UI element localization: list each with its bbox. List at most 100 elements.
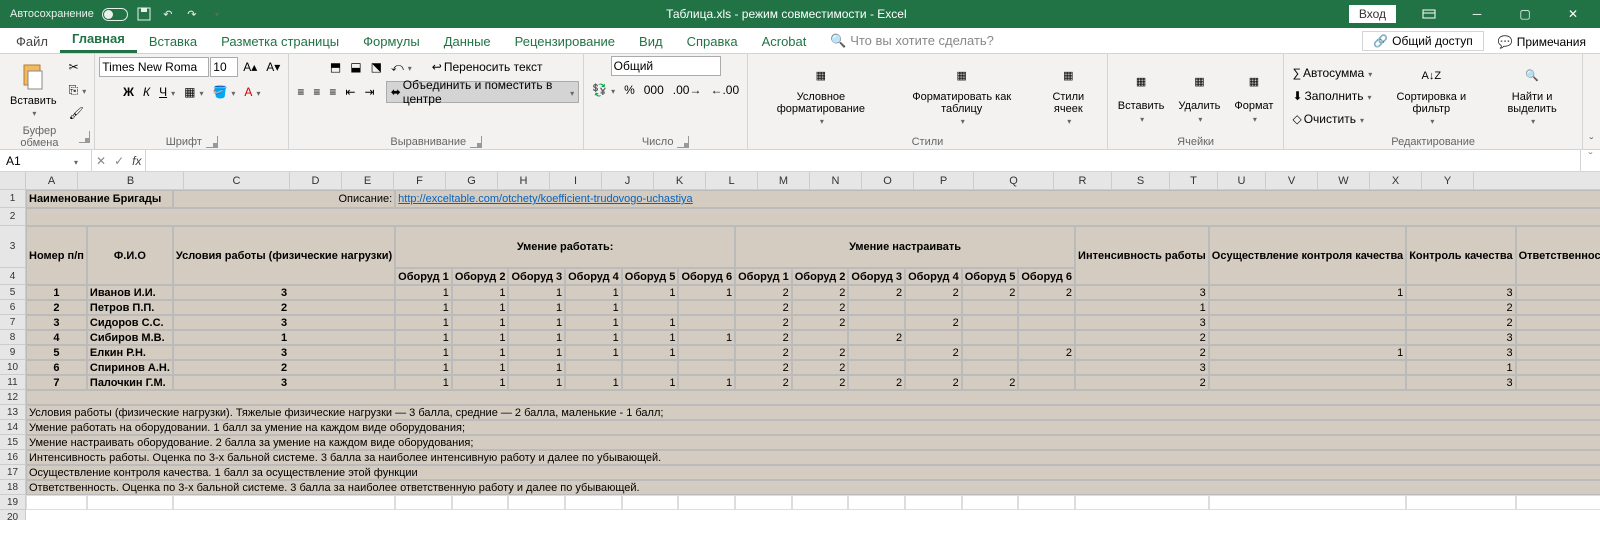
cell[interactable] xyxy=(905,360,962,375)
row-header[interactable]: 2 xyxy=(0,208,26,226)
decrease-font-button[interactable]: A▾ xyxy=(262,56,284,78)
cell[interactable] xyxy=(1209,300,1406,315)
font-size-input[interactable] xyxy=(210,57,238,77)
row-header[interactable]: 15 xyxy=(0,435,26,450)
ribbon-options-icon[interactable] xyxy=(1406,0,1452,28)
column-header[interactable]: U xyxy=(1218,172,1266,189)
fill-color-button[interactable]: 🪣 xyxy=(208,81,239,103)
column-header[interactable]: V xyxy=(1266,172,1318,189)
cell[interactable]: 2 xyxy=(792,375,849,390)
align-launcher[interactable] xyxy=(470,136,482,148)
cell[interactable] xyxy=(1406,495,1515,510)
cell[interactable]: Осуществление контроля качества. 1 балл … xyxy=(26,465,1600,480)
column-header[interactable]: I xyxy=(550,172,602,189)
cell[interactable]: 1 xyxy=(565,285,622,300)
cell[interactable]: 2 xyxy=(1018,345,1075,360)
cell[interactable]: 2 xyxy=(1075,330,1209,345)
cell[interactable]: Умение работать на оборудовании. 1 балл … xyxy=(26,420,1600,435)
cell[interactable]: 2 xyxy=(1075,345,1209,360)
row-header[interactable]: 18 xyxy=(0,480,26,495)
column-header[interactable]: O xyxy=(862,172,914,189)
sort-filter-button[interactable]: A↓ZСортировка и фильтр xyxy=(1378,62,1484,130)
orientation-button[interactable]: ⤺ xyxy=(387,56,416,78)
cell[interactable] xyxy=(1018,315,1075,330)
align-left-button[interactable]: ≡ xyxy=(293,81,308,103)
cell[interactable]: Сидоров С.С. xyxy=(87,315,173,330)
close-icon[interactable]: ✕ xyxy=(1550,0,1596,28)
cell[interactable]: 3 xyxy=(1406,345,1515,360)
comments-button[interactable]: 💬 Примечания xyxy=(1488,33,1596,51)
cell[interactable]: Иванов И.И. xyxy=(87,285,173,300)
fx-icon[interactable]: fx xyxy=(132,154,141,168)
column-header[interactable]: C xyxy=(184,172,290,189)
tell-me[interactable]: 🔍 Что вы хотите сделать? xyxy=(818,29,1006,53)
cell[interactable] xyxy=(905,495,962,510)
font-launcher[interactable] xyxy=(206,136,218,148)
cell[interactable]: 1 xyxy=(395,300,452,315)
cell[interactable]: 2 xyxy=(848,285,905,300)
cell[interactable]: 4 xyxy=(26,330,87,345)
row-header[interactable]: 12 xyxy=(0,390,26,405)
comma-button[interactable]: 000 xyxy=(640,79,668,101)
cell[interactable]: 3 xyxy=(1516,315,1600,330)
autosum-button[interactable]: ∑ Автосумма xyxy=(1288,62,1376,84)
cell[interactable] xyxy=(848,360,905,375)
collapse-ribbon-button[interactable]: ˇ xyxy=(1582,54,1600,149)
cell[interactable] xyxy=(87,495,173,510)
cell[interactable] xyxy=(678,360,735,375)
cell[interactable]: 3 xyxy=(173,315,395,330)
cell[interactable]: 3 xyxy=(173,375,395,390)
spreadsheet-grid[interactable]: ABCDEFGHIJKLMNOPQRSTUVWXY 12345678910111… xyxy=(0,172,1600,520)
cell[interactable] xyxy=(565,495,622,510)
cell[interactable]: 2 xyxy=(1075,375,1209,390)
cell[interactable]: Умение настраивать xyxy=(735,226,1075,268)
cell[interactable] xyxy=(1209,330,1406,345)
cell[interactable]: 2 xyxy=(905,315,962,330)
cell[interactable]: 1 xyxy=(452,360,509,375)
cell[interactable]: Оборуд 6 xyxy=(678,268,735,285)
cell[interactable]: Интенсивность работы. Оценка по 3-х баль… xyxy=(26,450,1600,465)
cell[interactable] xyxy=(26,208,1600,226)
tab-view[interactable]: Вид xyxy=(627,30,675,53)
cell[interactable]: Наименование Бригады xyxy=(26,190,173,208)
column-header[interactable]: G xyxy=(446,172,498,189)
cell[interactable]: 2 xyxy=(735,300,792,315)
cell[interactable]: 5 xyxy=(26,345,87,360)
cell[interactable]: 1 xyxy=(565,315,622,330)
cell[interactable]: 3 xyxy=(1075,360,1209,375)
cell[interactable]: 1 xyxy=(508,375,565,390)
cell[interactable]: Оборуд 6 xyxy=(1018,268,1075,285)
cell[interactable]: 3 xyxy=(1516,375,1600,390)
increase-indent-button[interactable]: ⇥ xyxy=(360,81,378,103)
cell[interactable]: 2 xyxy=(792,360,849,375)
row-header[interactable]: 8 xyxy=(0,330,26,345)
redo-icon[interactable]: ↷ xyxy=(184,6,200,22)
cell[interactable] xyxy=(1209,315,1406,330)
cell[interactable]: 2 xyxy=(735,315,792,330)
cell[interactable]: 1 xyxy=(395,315,452,330)
cell[interactable]: 2 xyxy=(26,300,87,315)
cell[interactable]: 6 xyxy=(26,360,87,375)
cell[interactable]: Оборуд 3 xyxy=(848,268,905,285)
name-box[interactable] xyxy=(0,154,70,168)
conditional-format-button[interactable]: ▦Условное форматирование xyxy=(752,62,889,130)
cell[interactable]: Контроль качества xyxy=(1406,226,1515,285)
cell[interactable]: Елкин Р.Н. xyxy=(87,345,173,360)
row-header[interactable]: 17 xyxy=(0,465,26,480)
cell[interactable]: 2 xyxy=(792,285,849,300)
cell[interactable]: Сибиров М.В. xyxy=(87,330,173,345)
column-header[interactable]: F xyxy=(394,172,446,189)
cell[interactable]: Описание: xyxy=(173,190,395,208)
row-header[interactable]: 20 xyxy=(0,510,26,520)
clear-button[interactable]: ◇ Очистить xyxy=(1288,108,1376,130)
cell[interactable] xyxy=(848,300,905,315)
cell[interactable]: 1 xyxy=(395,330,452,345)
cell[interactable]: Спиринов А.Н. xyxy=(87,360,173,375)
cell[interactable]: 1 xyxy=(565,345,622,360)
qat-customize[interactable] xyxy=(208,6,224,22)
cell[interactable]: http://exceltable.com/otchety/koefficien… xyxy=(395,190,1600,208)
italic-button[interactable]: К xyxy=(139,81,154,103)
cell[interactable]: 1 xyxy=(395,345,452,360)
cell[interactable] xyxy=(848,495,905,510)
cell[interactable] xyxy=(792,330,849,345)
